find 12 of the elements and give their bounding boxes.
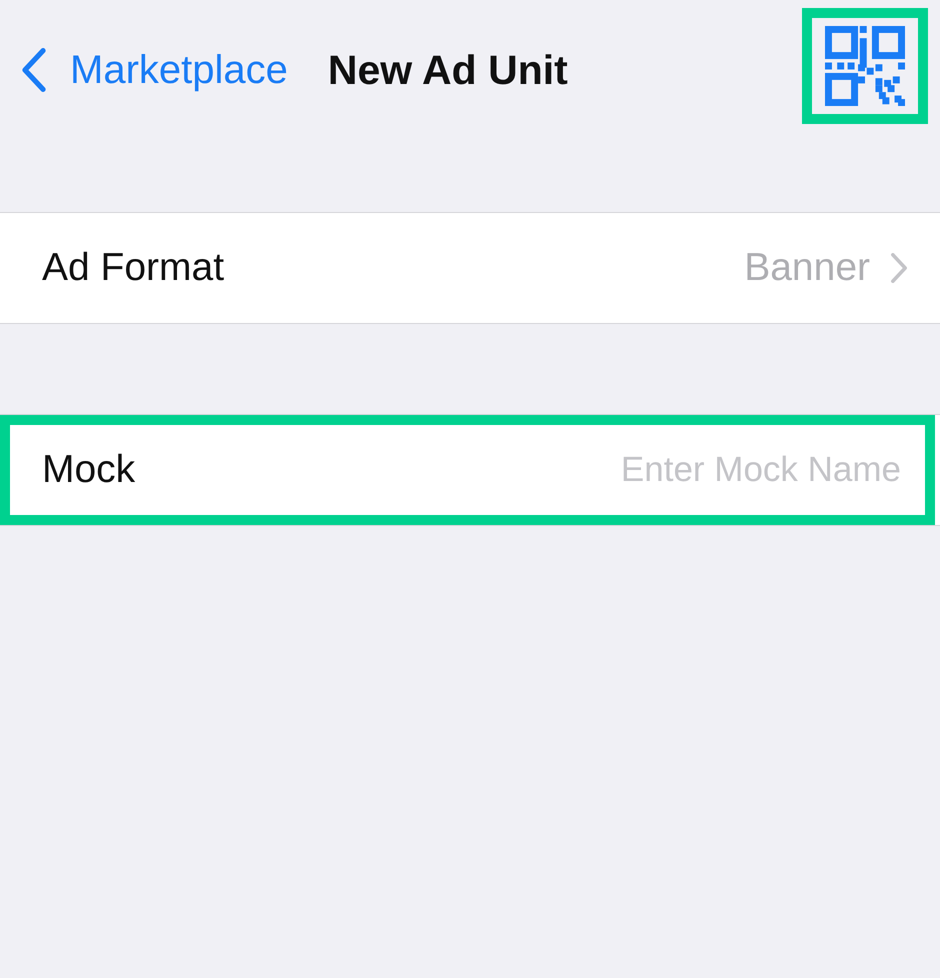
mock-name-row[interactable]: Mock Enter Mock Name: [0, 415, 935, 525]
qr-code-button[interactable]: [802, 8, 928, 124]
ad-format-row[interactable]: Ad Format Banner: [0, 213, 940, 323]
name-input-field[interactable]: Enter Mock Name: [481, 450, 901, 490]
row-label: Mock: [42, 448, 136, 492]
screen-title: New Ad Unit: [328, 46, 568, 94]
chevron-icon: [890, 253, 908, 283]
row-label: Ad Format: [42, 246, 224, 290]
row-value: Banner: [744, 246, 870, 290]
qr-code-icon: [825, 26, 905, 106]
back-chevron-icon: [20, 48, 48, 92]
back-button[interactable]: Marketplace: [20, 48, 288, 92]
